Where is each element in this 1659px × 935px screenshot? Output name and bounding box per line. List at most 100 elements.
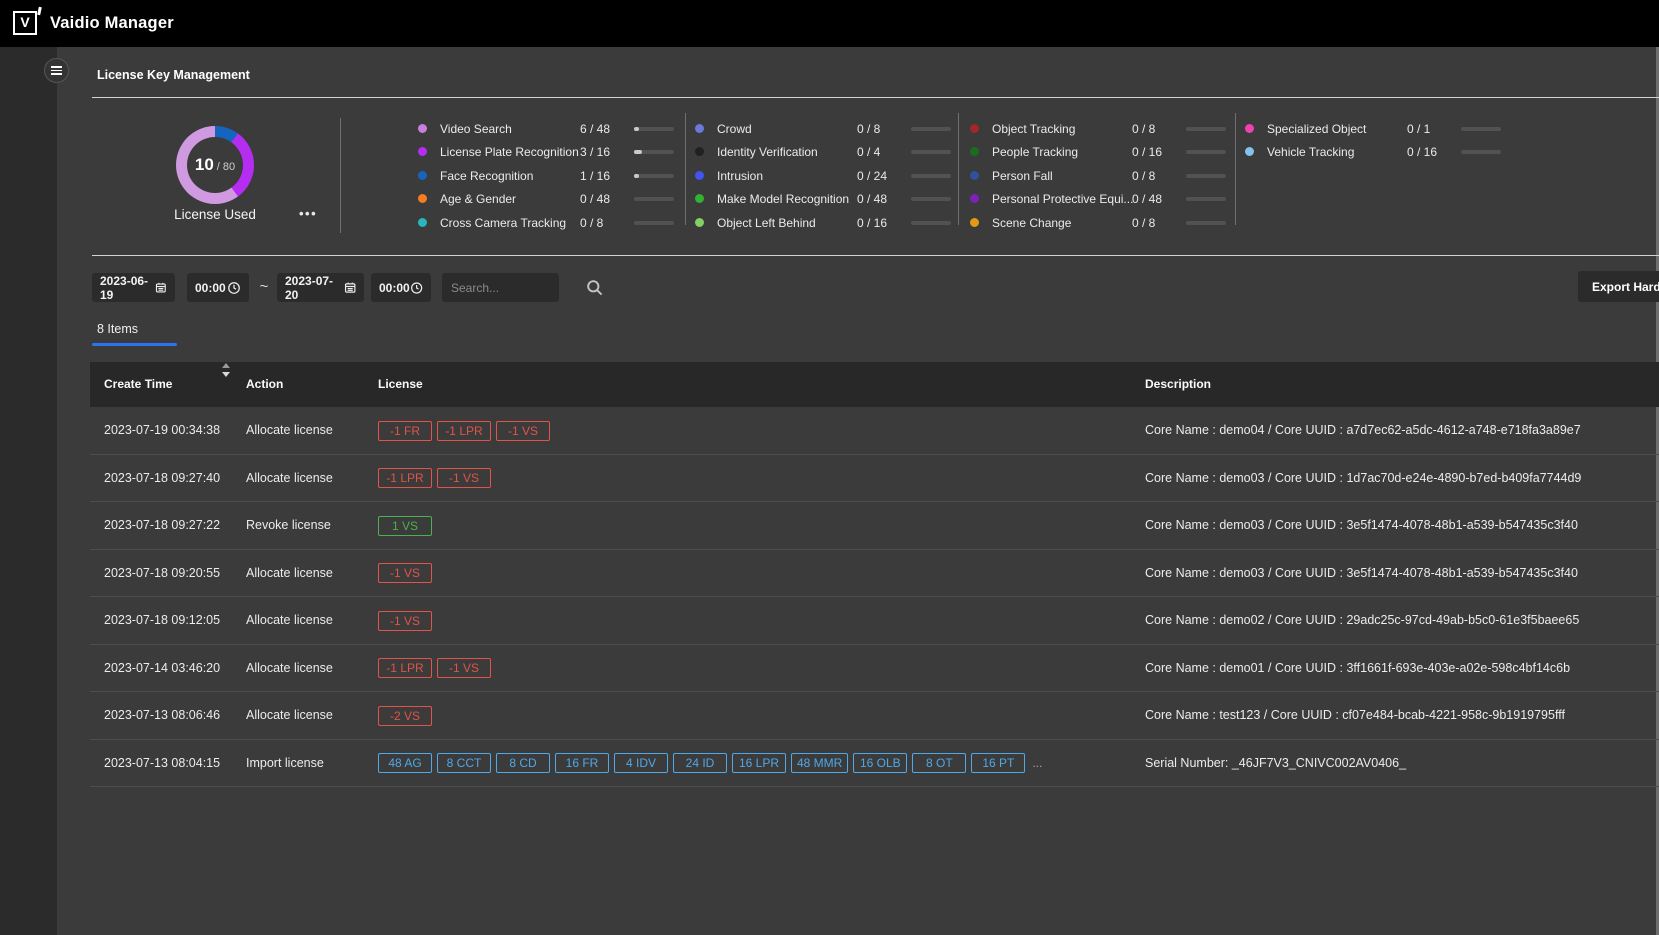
legend-color-dot [418, 124, 427, 133]
menu-toggle-button[interactable] [44, 58, 69, 83]
sort-up-arrow [222, 363, 230, 368]
legend-value: 1 / 16 [580, 169, 610, 183]
table-row: 2023-07-19 00:34:38Allocate license-1 FR… [90, 407, 1659, 455]
legend-value: 0 / 16 [1132, 145, 1162, 159]
more-options-button[interactable]: ••• [299, 206, 317, 221]
column-header-create-time[interactable]: Create Time [104, 362, 172, 407]
cell-create-time: 2023-07-18 09:27:22 [104, 502, 220, 549]
legend-value: 0 / 24 [857, 169, 887, 183]
cell-action: Allocate license [246, 455, 333, 502]
items-tab[interactable]: 8 Items [97, 322, 138, 336]
donut-center: 10 / 80 [187, 137, 243, 193]
cell-create-time: 2023-07-14 03:46:20 [104, 645, 220, 692]
vaidio-logo-tick [37, 7, 42, 15]
license-badge: -1 FR [378, 421, 432, 441]
legend-value: 0 / 8 [580, 216, 603, 230]
table-row: 2023-07-14 03:46:20Allocate license-1 LP… [90, 645, 1659, 693]
cell-description: Core Name : demo02 / Core UUID : 29adc25… [1145, 597, 1579, 644]
table-row: 2023-07-18 09:20:55Allocate license-1 VS… [90, 550, 1659, 598]
search-button[interactable] [578, 273, 610, 302]
sidebar [0, 47, 57, 935]
legend-item: Face Recognition 1 / 16 [418, 166, 680, 186]
legend-value: 0 / 16 [857, 216, 887, 230]
cell-description: Serial Number: _46JF7V3_CNIVC002AV0406_ [1145, 740, 1406, 787]
legend-progress-bar [1186, 221, 1226, 225]
legend-item: Cross Camera Tracking0 / 8 [418, 213, 680, 233]
legend-value: 0 / 4 [857, 145, 880, 159]
legend-label: Vehicle Tracking [1267, 145, 1354, 159]
legend-value: 0 / 48 [580, 192, 610, 206]
cell-license-badges: -1 FR-1 LPR-1 VS [378, 407, 550, 454]
legend-label: Identity Verification [717, 145, 818, 159]
legend-progress-bar [1186, 127, 1226, 131]
legend-color-dot [695, 147, 704, 156]
legend-item: License Plate Recognition3 / 16 [418, 142, 680, 162]
sort-icon[interactable] [220, 362, 230, 382]
legend-label: Age & Gender [440, 192, 516, 206]
legend-progress-bar [911, 221, 951, 225]
legend-item: Make Model Recognition 0 / 48 [695, 189, 957, 209]
legend-value: 0 / 48 [857, 192, 887, 206]
legend-value: 0 / 1 [1407, 122, 1430, 136]
legend-label: People Tracking [992, 145, 1078, 159]
license-badge: -1 VS [378, 611, 432, 631]
cell-license-badges: -1 LPR-1 VS [378, 645, 491, 692]
legend-color-dot [695, 124, 704, 133]
license-badge: 16 OLB [853, 753, 907, 773]
legend-item: People Tracking 0 / 16 [970, 142, 1232, 162]
section-divider [92, 255, 1659, 256]
legend-progress-bar [911, 127, 951, 131]
calendar-icon [155, 281, 167, 294]
legend-progress-bar [911, 174, 951, 178]
legend-value: 0 / 16 [1407, 145, 1437, 159]
license-badge: 48 AG [378, 753, 432, 773]
license-total-count: / 80 [217, 157, 235, 173]
start-date-picker[interactable]: 2023-06-19 [92, 273, 175, 302]
legend-color-dot [1245, 124, 1254, 133]
legend-item: Intrusion0 / 24 [695, 166, 957, 186]
license-badge: 16 LPR [732, 753, 786, 773]
legend-item: Vehicle Tracking 0 / 16 [1245, 142, 1507, 162]
start-time-value: 00:00 [195, 281, 226, 295]
legend-color-dot [695, 171, 704, 180]
legend-value: 3 / 16 [580, 145, 610, 159]
cell-create-time: 2023-07-19 00:34:38 [104, 407, 220, 454]
date-range-separator: ~ [254, 273, 274, 302]
license-badge: 48 MMR [791, 753, 848, 773]
legend-label: Personal Protective Equi... [992, 192, 1133, 206]
start-date-value: 2023-06-19 [100, 274, 155, 302]
license-badge: -1 VS [437, 658, 491, 678]
hamburger-icon [51, 66, 62, 68]
legend-value: 0 / 8 [1132, 169, 1155, 183]
license-badge: 8 CCT [437, 753, 491, 773]
legend-item: Person Fall0 / 8 [970, 166, 1232, 186]
legend-color-dot [418, 194, 427, 203]
license-badge: 4 IDV [614, 753, 668, 773]
license-badge: -1 LPR [378, 468, 432, 488]
cell-description: Core Name : demo01 / Core UUID : 3ff1661… [1145, 645, 1570, 692]
cell-create-time: 2023-07-13 08:06:46 [104, 692, 220, 739]
legend-color-dot [418, 218, 427, 227]
end-time-picker[interactable]: 00:00 [371, 273, 431, 302]
license-badge: -1 VS [437, 468, 491, 488]
export-hardware-button[interactable]: Export Hard [1578, 271, 1659, 302]
legend-color-dot [418, 147, 427, 156]
legend-label: Make Model Recognition [717, 192, 849, 206]
legend-progress-bar [911, 197, 951, 201]
legend-progress-bar [634, 221, 674, 225]
legend-item: Specialized Object0 / 1 [1245, 119, 1507, 139]
legend-label: Face Recognition [440, 169, 533, 183]
legend-progress-bar [1461, 150, 1501, 154]
end-date-picker[interactable]: 2023-07-20 [277, 273, 364, 302]
start-time-picker[interactable]: 00:00 [187, 273, 249, 302]
legend-color-dot [970, 147, 979, 156]
clock-icon [227, 281, 241, 295]
cell-create-time: 2023-07-18 09:20:55 [104, 550, 220, 597]
legend-progress-bar [634, 127, 674, 131]
legend-item: Identity Verification 0 / 4 [695, 142, 957, 162]
license-badge: 8 OT [912, 753, 966, 773]
legend-value: 0 / 8 [1132, 122, 1155, 136]
legend-progress-bar [1186, 150, 1226, 154]
legend-value: 0 / 8 [857, 122, 880, 136]
search-input[interactable] [442, 273, 559, 302]
